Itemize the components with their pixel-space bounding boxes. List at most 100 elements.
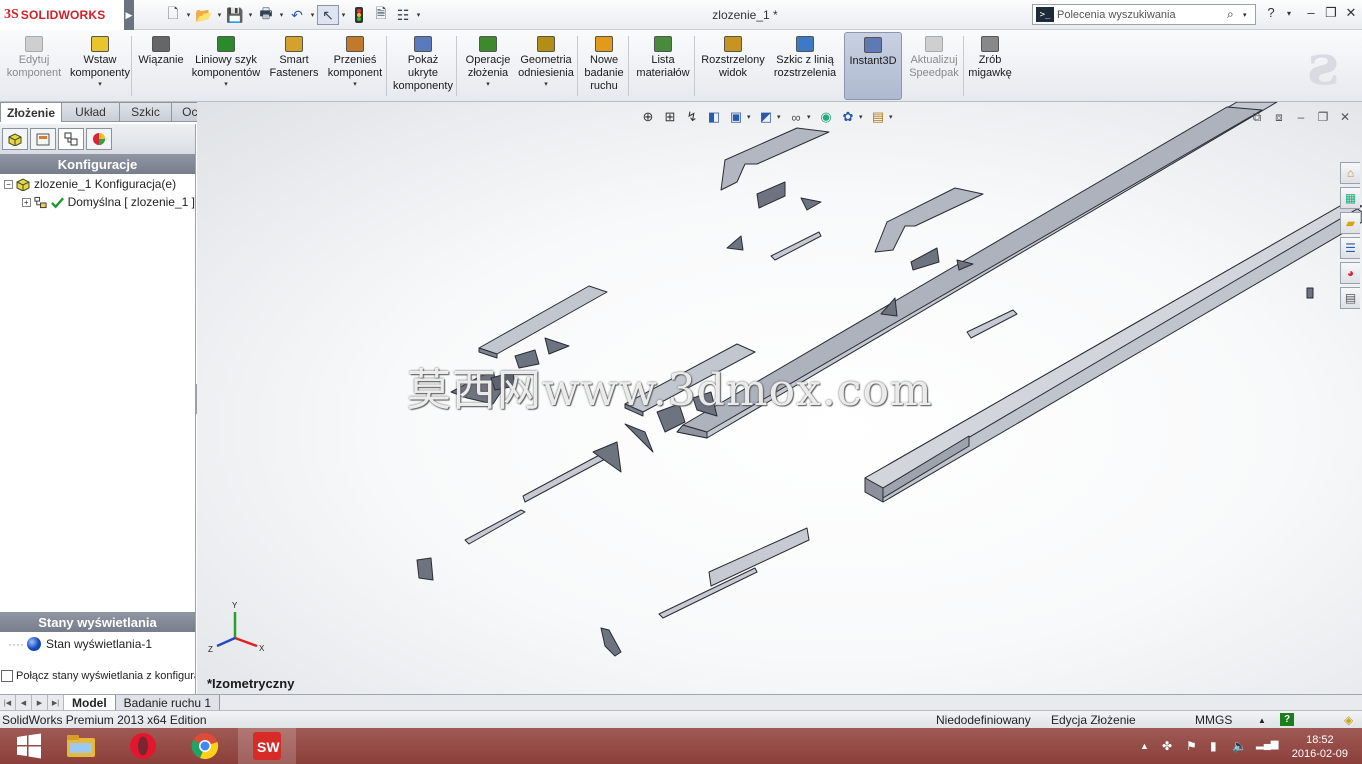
wifi-signal-icon[interactable]: ▂▄▆ (1256, 739, 1278, 750)
insert-components-button[interactable]: Wstaw komponenty ▾ (66, 32, 134, 100)
linear-pattern-button[interactable]: Liniowy szyk komponentów ▾ (189, 32, 263, 100)
display-style-icon[interactable]: ◩ (755, 107, 777, 127)
print-icon[interactable]: 🖶 (255, 5, 277, 25)
chevron-down-icon[interactable]: ▾ (486, 80, 490, 89)
tab-2[interactable]: Szkic (120, 102, 172, 122)
zoom-to-fit-icon[interactable]: ⊕ (637, 107, 659, 127)
search-placeholder[interactable]: Polecenia wyszukiwania (1057, 9, 1227, 21)
chevron-down-icon[interactable]: ▾ (277, 11, 286, 19)
bill-of-materials-button[interactable]: Lista materiałów (632, 32, 694, 100)
update-speedpak-button[interactable]: Aktualizuj Speedpak (906, 32, 962, 100)
open-folder-icon[interactable]: 📂 (193, 5, 215, 25)
expand-icon[interactable]: + (22, 197, 31, 207)
chevron-down-icon[interactable]: ▾ (544, 80, 548, 89)
file-explorer-icon[interactable]: ▰ (1340, 212, 1360, 234)
help-status-icon[interactable]: ? (1280, 713, 1294, 726)
battery-icon[interactable]: ▮ (1210, 739, 1217, 753)
config-tree-root[interactable]: − zlozenie_1 Konfiguracja(e) (0, 175, 195, 193)
assembly-features-button[interactable]: Operacje złożenia ▾ (460, 32, 516, 100)
tab-1[interactable]: Układ (62, 102, 120, 122)
chevron-down-icon[interactable]: ▾ (414, 11, 423, 19)
select-pointer-icon[interactable]: ↖ (317, 5, 339, 25)
custom-properties-icon[interactable]: ▤ (1340, 287, 1360, 309)
tab-0[interactable]: Złożenie (0, 102, 62, 122)
config-tree-default[interactable]: + Domyślna [ zlozenie_1 ] (0, 193, 195, 211)
previous-view-icon[interactable]: ↯ (681, 107, 703, 127)
undo-icon[interactable]: ↶ (286, 5, 308, 25)
take-snapshot-button[interactable]: Zrób migawkę (964, 32, 1016, 100)
new-document-icon[interactable]: 🗋 (162, 5, 184, 25)
units-menu-arrow-icon[interactable]: ▲ (1258, 716, 1266, 725)
viewport-restore-icon[interactable]: ❐ (1312, 110, 1334, 125)
design-library-icon[interactable]: ▦ (1340, 187, 1360, 209)
chevron-down-icon[interactable]: ▾ (184, 11, 193, 19)
search-icon[interactable]: ⌕ (1227, 7, 1243, 22)
section-view-icon[interactable]: ◧ (703, 107, 725, 127)
chevron-down-icon[interactable]: ▾ (859, 113, 867, 121)
show-hidden-icons-arrow[interactable]: ▲ (1140, 741, 1149, 751)
chevron-down-icon[interactable]: ▾ (308, 11, 317, 19)
edit-appearance-icon[interactable]: ◉ (815, 107, 837, 127)
link-display-states-checkbox[interactable] (1, 670, 13, 682)
chevron-down-icon[interactable]: ▾ (353, 80, 357, 89)
next-tab-arrow-icon[interactable]: ▶ (32, 695, 48, 710)
chevron-down-icon[interactable]: ▾ (339, 11, 348, 19)
hide-show-items-icon[interactable]: ∞ (785, 107, 807, 127)
collapse-icon[interactable]: − (4, 179, 13, 189)
view-orientation-icon[interactable]: ▣ (725, 107, 747, 127)
options-icon[interactable]: ☷ (392, 5, 414, 25)
reference-geometry-button[interactable]: Geometria odniesienia ▾ (516, 32, 576, 100)
chevron-down-icon[interactable]: ▾ (807, 113, 815, 121)
solidworks-taskbar-icon[interactable]: SW (238, 728, 296, 764)
link-display-states-option[interactable]: Połącz stany wyświetlania z konfiguracja… (0, 667, 195, 685)
first-tab-arrow-icon[interactable]: |◀ (0, 695, 16, 710)
chevron-down-icon[interactable]: ▾ (1243, 11, 1255, 19)
tile-view-icon[interactable]: ⧈ (1268, 110, 1290, 125)
file-properties-icon[interactable]: 🗎 (370, 5, 392, 25)
network-share-icon[interactable]: ✤ (1162, 739, 1172, 753)
restore-icon[interactable]: ❐ (1322, 5, 1340, 21)
view-settings-icon[interactable]: ▤ (867, 107, 889, 127)
view-palette-icon[interactable]: ☰ (1340, 237, 1360, 259)
show-hidden-button[interactable]: Pokaż ukryte komponenty (388, 32, 458, 100)
motion-study-tab[interactable]: Badanie ruchu 1 (115, 695, 221, 710)
configuration-manager-tab-icon[interactable] (58, 128, 84, 150)
clock[interactable]: 18:52 2016-02-09 (1292, 733, 1348, 761)
mate-button[interactable]: Wiązanie (136, 32, 186, 100)
chevron-down-icon[interactable]: ▾ (1280, 9, 1298, 18)
new-motion-study-button[interactable]: Nowe badanie ruchu (580, 32, 628, 100)
display-manager-tab-icon[interactable] (86, 128, 112, 150)
chevron-down-icon[interactable]: ▾ (889, 113, 897, 121)
chevron-down-icon[interactable]: ▾ (777, 113, 785, 121)
display-state-row[interactable]: ···· Stan wyświetlania-1 (0, 635, 195, 653)
flag-icon[interactable]: ⚑ (1186, 739, 1197, 753)
edit-component-button[interactable]: Edytuj komponent (2, 32, 66, 100)
file-explorer-taskbar-icon[interactable] (52, 728, 110, 764)
exploded-view-button[interactable]: Rozstrzelony widok (698, 32, 768, 100)
minimize-icon[interactable]: ‒ (1302, 5, 1320, 20)
instant3d-button[interactable]: Instant3D (844, 32, 902, 100)
windows-start-icon[interactable] (0, 728, 58, 764)
rebuild-icon[interactable] (348, 5, 370, 25)
command-search-box[interactable]: >_ Polecenia wyszukiwania ⌕ ▾ (1032, 4, 1256, 25)
prev-tab-arrow-icon[interactable]: ◀ (16, 695, 32, 710)
chevron-down-icon[interactable]: ▾ (747, 113, 755, 121)
property-manager-tab-icon[interactable] (30, 128, 56, 150)
chevron-down-icon[interactable]: ▾ (98, 80, 102, 89)
solidworks-resources-icon[interactable]: ⌂ (1340, 162, 1360, 184)
explode-line-sketch-button[interactable]: Szkic z linią rozstrzelenia (770, 32, 840, 100)
unit-system[interactable]: MMGS (1195, 713, 1232, 727)
rebuild-status-icon[interactable]: ◈ (1344, 713, 1353, 727)
apply-scene-icon[interactable]: ✿ (837, 107, 859, 127)
close-icon[interactable]: ✕ (1342, 5, 1360, 21)
move-component-button[interactable]: Przenieś komponent ▾ (324, 32, 386, 100)
smart-fasteners-button[interactable]: Smart Fasteners (266, 32, 322, 100)
menu-flyout-arrow[interactable]: ▶ (124, 0, 134, 30)
volume-icon[interactable]: 🔈 (1232, 739, 1247, 753)
save-icon[interactable]: 💾 (224, 5, 246, 25)
solidworks-logo[interactable]: 3S SOLIDWORKS (0, 0, 124, 30)
chevron-down-icon[interactable]: ▾ (215, 11, 224, 19)
opera-browser-icon[interactable] (114, 728, 172, 764)
last-tab-arrow-icon[interactable]: ▶| (48, 695, 64, 710)
feature-manager-tab-icon[interactable] (2, 128, 28, 150)
